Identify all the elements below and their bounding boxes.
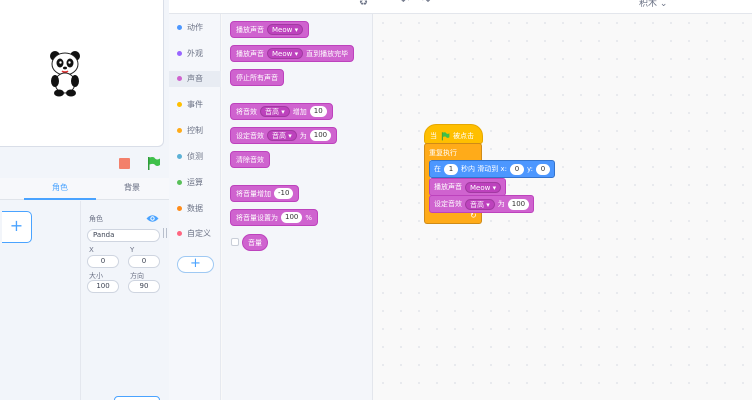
sprite-name-field[interactable]: Panda [87, 229, 160, 242]
block-set-effect[interactable]: 设定音效 音高 ▾ 为 100 [230, 127, 338, 144]
top-bar: ♻ ↶ ↷ 积木 ⌄ [169, 0, 752, 14]
when-flag-clicked-block[interactable]: 当 被点击 [424, 124, 483, 144]
sound-dropdown[interactable]: Meow ▾ [267, 24, 304, 35]
category-operators[interactable]: 运算 [169, 175, 221, 191]
effect-dropdown[interactable]: 音高 ▾ [267, 130, 297, 141]
sound-dropdown[interactable]: Meow ▾ [465, 181, 502, 193]
events-dot-icon [177, 102, 182, 107]
motion-dot-icon [177, 25, 182, 30]
x-label: X [89, 246, 94, 254]
tab-backdrop[interactable]: 背景 [96, 178, 168, 200]
block-clear-effects[interactable]: 清除音效 [230, 151, 270, 168]
green-flag-icon [441, 132, 450, 141]
category-sound[interactable]: 声音 [169, 71, 221, 87]
glide-y-input[interactable]: 0 [535, 163, 550, 175]
glide-secs-input[interactable]: 1 [444, 163, 458, 175]
category-control[interactable]: 控制 [169, 123, 221, 139]
green-flag-button[interactable] [145, 155, 161, 171]
effect-dropdown[interactable]: 音高 ▾ [260, 106, 290, 117]
block-play-sound[interactable]: 播放声音 Meow ▾ [230, 21, 310, 38]
add-sprite-button[interactable]: + [2, 211, 32, 243]
add-extension-button[interactable]: + [177, 256, 214, 273]
category-sensing[interactable]: 侦测 [169, 149, 221, 165]
tab-sprites[interactable]: 角色 [24, 178, 96, 200]
glide-x-input[interactable]: 0 [509, 163, 524, 175]
stop-button[interactable] [119, 158, 130, 169]
category-variables[interactable]: 数据 [169, 201, 221, 217]
direction-field[interactable]: 90 [128, 280, 160, 293]
volume-monitor-checkbox[interactable] [231, 238, 239, 246]
sound-dropdown[interactable]: Meow ▾ [267, 48, 304, 59]
sensing-dot-icon [177, 154, 182, 159]
block-play-sound-until-done[interactable]: 播放声音 Meow ▾ 直到播放完毕 [230, 45, 355, 62]
category-looks[interactable]: 外观 [169, 46, 221, 62]
category-menu: 动作 外观 声音 事件 控制 侦测 运算 数据 自定义 [169, 14, 221, 400]
panda-sprite[interactable] [48, 49, 82, 97]
block-change-volume[interactable]: 将音量增加 -10 [230, 185, 300, 202]
block-volume-reporter[interactable]: 音量 [242, 234, 268, 251]
glide-to-xy-block[interactable]: 在 1 秒内 滑动到 x: 0 y: 0 [429, 160, 555, 178]
stage-panel: 角色 背景 + 角色 Panda X Y 0 0 大小 方向 100 90 [0, 0, 169, 400]
block-stop-all-sounds[interactable]: 停止所有声音 [230, 69, 284, 86]
visibility-eye-icon[interactable] [146, 214, 159, 223]
resize-handle[interactable] [163, 228, 167, 238]
category-my-blocks[interactable]: 自定义 [169, 226, 221, 242]
stage[interactable] [0, 0, 164, 147]
block-change-effect[interactable]: 将音效 音高 ▾ 增加 10 [230, 103, 333, 120]
size-field[interactable]: 100 [87, 280, 119, 293]
looks-dot-icon [177, 51, 182, 56]
workspace-tab[interactable]: 积木 ⌄ [639, 0, 667, 9]
variables-dot-icon [177, 206, 182, 211]
undo-icon[interactable]: ↶ [401, 0, 409, 7]
effect-change-input[interactable]: 10 [309, 106, 327, 117]
sprite-tabs: 角色 背景 [0, 178, 169, 200]
play-sound-block[interactable]: 播放声音 Meow ▾ [429, 178, 507, 196]
redo-icon[interactable]: ↷ [422, 0, 430, 7]
block-set-volume[interactable]: 将音量设置为 100 % [230, 209, 319, 226]
set-effect-block[interactable]: 设定音效 音高 ▾ 为 100 [429, 195, 535, 213]
category-motion[interactable]: 动作 [169, 20, 221, 36]
y-label: Y [130, 246, 135, 254]
forever-block[interactable]: 重复执行 [424, 143, 482, 160]
operators-dot-icon [177, 180, 182, 185]
effect-set-input[interactable]: 100 [309, 130, 332, 141]
x-field[interactable]: 0 [87, 255, 119, 268]
my-blocks-dot-icon [177, 231, 182, 236]
y-field[interactable]: 0 [128, 255, 160, 268]
volume-change-input[interactable]: -10 [274, 188, 294, 199]
bottom-button[interactable] [114, 396, 160, 400]
sound-dot-icon [177, 76, 182, 81]
effect-dropdown[interactable]: 音高 ▾ [465, 198, 495, 210]
volume-set-input[interactable]: 100 [281, 212, 303, 223]
effect-value-input[interactable]: 100 [507, 198, 530, 210]
control-dot-icon [177, 128, 182, 133]
role-label: 角色 [89, 215, 103, 223]
category-events[interactable]: 事件 [169, 97, 221, 113]
sprite-icon[interactable]: ♻ [359, 0, 368, 8]
